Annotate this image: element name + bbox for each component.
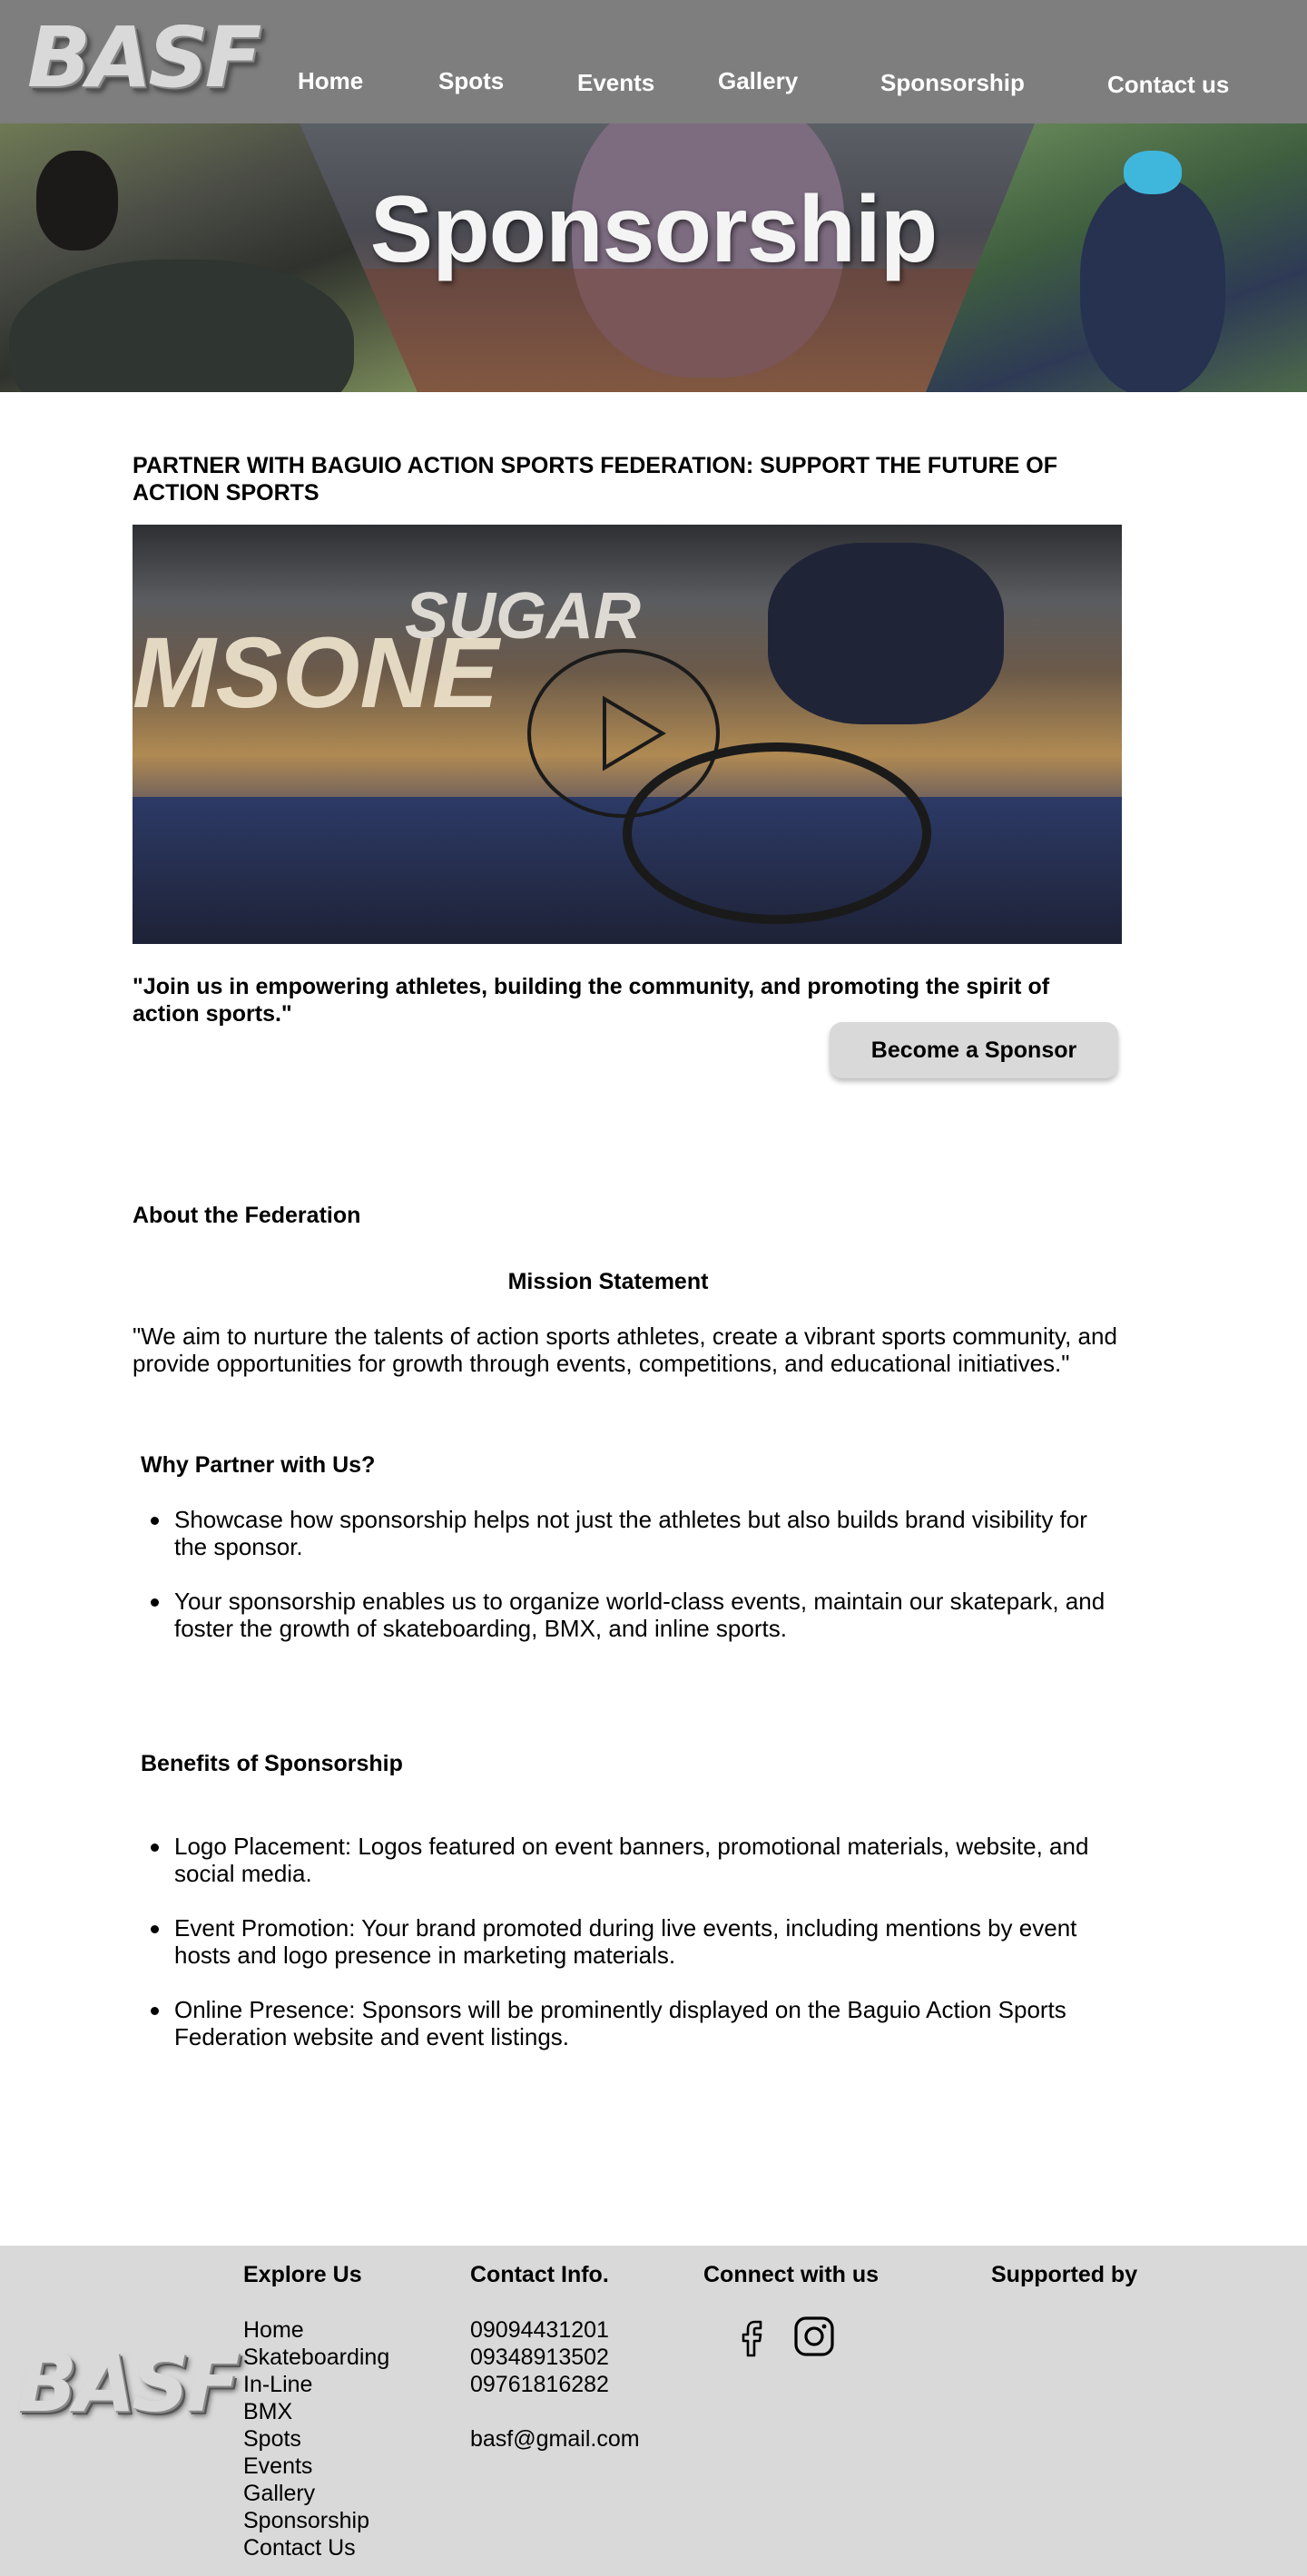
footer-link-spots[interactable]: Spots xyxy=(243,2425,389,2453)
list-item: Logo Placement: Logos featured on event … xyxy=(133,1833,1113,1887)
site-footer: BASF Explore Us Home Skateboarding In-Li… xyxy=(0,2246,1307,2576)
why-partner-list: Showcase how sponsorship helps not just … xyxy=(133,1506,1131,1642)
mission-title: Mission Statement xyxy=(507,1269,709,1294)
list-item: Event Promotion: Your brand promoted dur… xyxy=(133,1914,1113,1969)
phone-number: 09761816282 xyxy=(470,2372,609,2397)
nav-gallery[interactable]: Gallery xyxy=(718,67,798,95)
list-item: Showcase how sponsorship helps not just … xyxy=(133,1506,1113,1560)
nav-events[interactable]: Events xyxy=(577,69,654,97)
benefits-list: Logo Placement: Logos featured on event … xyxy=(133,1833,1131,2050)
become-sponsor-button[interactable]: Become a Sponsor xyxy=(830,1022,1118,1078)
play-icon[interactable] xyxy=(526,648,721,819)
footer-link-events[interactable]: Events xyxy=(243,2453,389,2480)
why-partner-title: Why Partner with Us? xyxy=(141,1452,376,1478)
nav-home[interactable]: Home xyxy=(298,67,363,95)
contact-title: Contact Info. xyxy=(470,2262,609,2287)
mission-text: "We aim to nurture the talents of action… xyxy=(133,1322,1117,1377)
phone-number: 09348913502 xyxy=(470,2345,609,2370)
sponsorship-video[interactable]: MSONE SUGAR xyxy=(133,525,1122,944)
footer-link-contact-us[interactable]: Contact Us xyxy=(243,2534,389,2561)
footer-link-skateboarding[interactable]: Skateboarding xyxy=(243,2344,389,2371)
site-logo[interactable]: BASF xyxy=(27,13,261,103)
contact-spacer xyxy=(470,2398,640,2425)
page-title: Sponsorship xyxy=(369,177,938,282)
phone-number: 09094431201 xyxy=(470,2317,609,2343)
nav-contact-us[interactable]: Contact us xyxy=(1107,71,1229,99)
email-link[interactable]: basf@gmail.com xyxy=(470,2425,640,2453)
instagram-icon[interactable] xyxy=(792,2315,836,2358)
facebook-icon[interactable] xyxy=(730,2315,773,2358)
nav-sponsorship[interactable]: Sponsorship xyxy=(880,69,1025,97)
supported-by-title: Supported by xyxy=(991,2262,1138,2287)
list-item: Your sponsorship enables us to organize … xyxy=(133,1588,1113,1642)
about-title: About the Federation xyxy=(133,1203,361,1228)
footer-link-gallery[interactable]: Gallery xyxy=(243,2480,389,2507)
footer-link-sponsorship[interactable]: Sponsorship xyxy=(243,2507,389,2534)
hero-banner: Sponsorship xyxy=(0,123,1307,392)
footer-link-home[interactable]: Home xyxy=(243,2316,389,2344)
sponsor-quote: "Join us in empowering athletes, buildin… xyxy=(133,974,1050,1027)
explore-title: Explore Us xyxy=(243,2262,362,2287)
connect-title: Connect with us xyxy=(703,2262,880,2287)
footer-link-bmx[interactable]: BMX xyxy=(243,2398,389,2425)
site-header: BASF Home Spots Events Gallery Sponsorsh… xyxy=(0,0,1307,123)
benefits-title: Benefits of Sponsorship xyxy=(141,1751,403,1776)
explore-links: Home Skateboarding In-Line BMX Spots Eve… xyxy=(243,2316,389,2561)
partner-heading: PARTNER WITH BAGUIO ACTION SPORTS FEDERA… xyxy=(133,453,1057,506)
nav-spots[interactable]: Spots xyxy=(438,67,504,95)
contact-info: 09094431201 09348913502 09761816282 basf… xyxy=(470,2316,640,2453)
footer-logo[interactable]: BASF xyxy=(16,2340,241,2427)
list-item: Online Presence: Sponsors will be promin… xyxy=(133,1996,1113,2050)
footer-link-inline[interactable]: In-Line xyxy=(243,2371,389,2398)
